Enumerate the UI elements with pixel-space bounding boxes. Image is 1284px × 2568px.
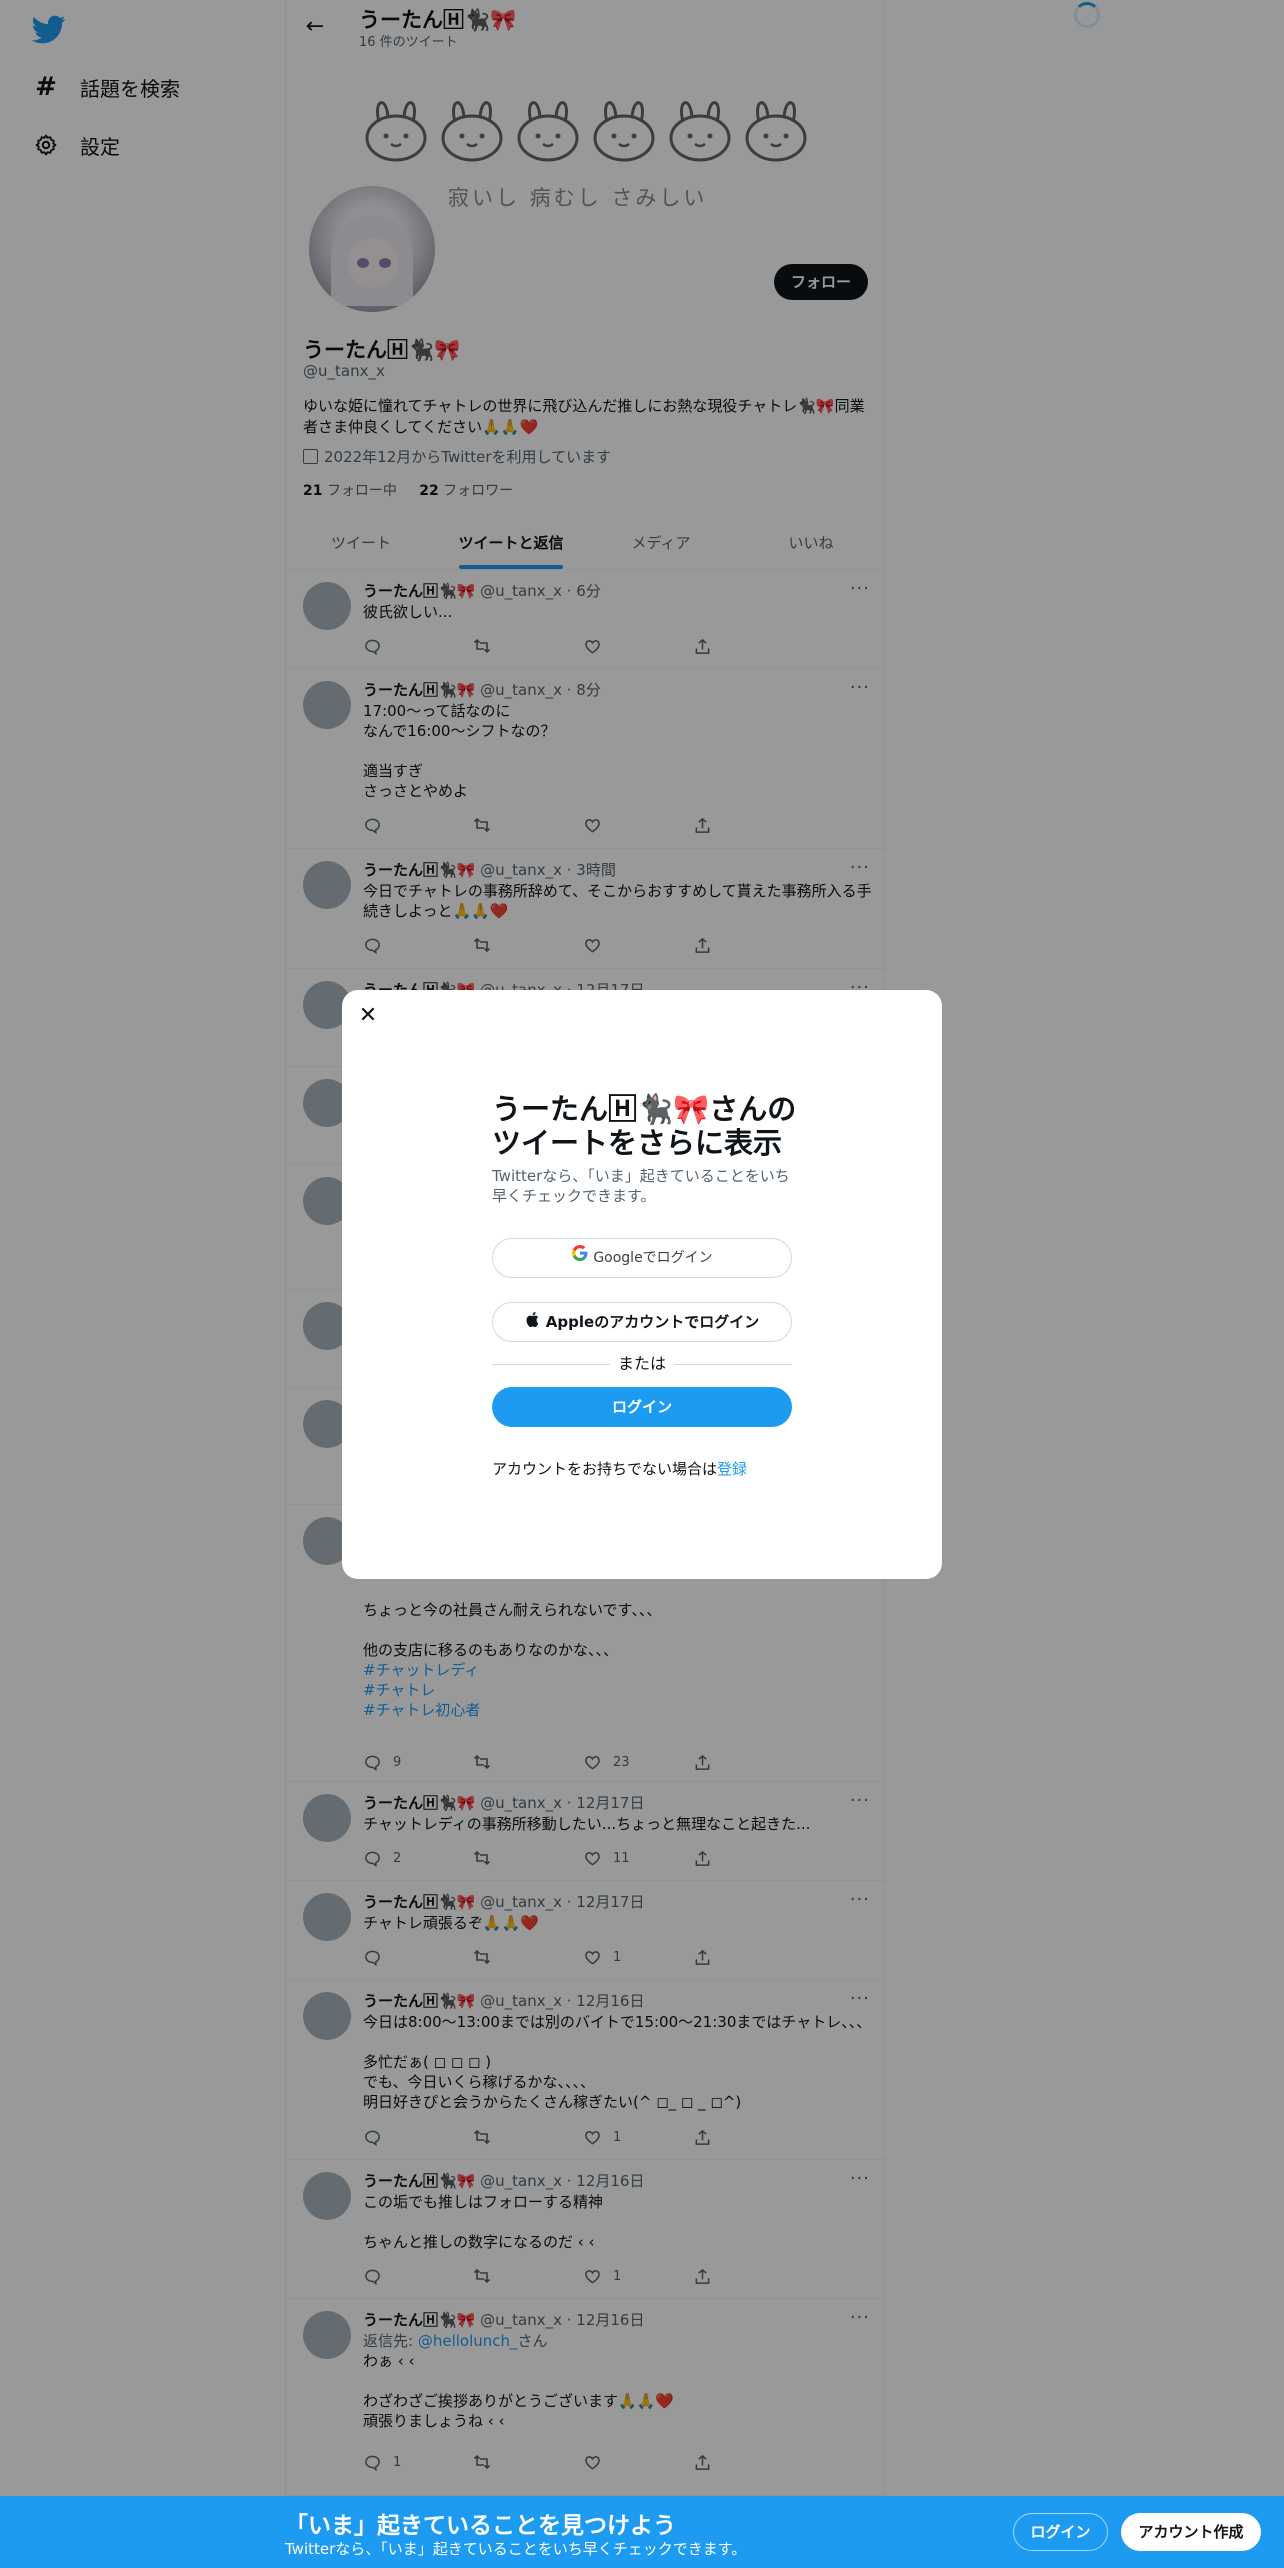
- or-label: または: [617, 1354, 666, 1373]
- bottom-login-button[interactable]: ログイン: [1013, 2513, 1108, 2551]
- bottom-bar-subtitle: Twitterなら、「いま」起きていることをいち早くチェックできます。: [285, 2540, 747, 2558]
- modal-subtitle: Twitterなら、「いま」起きていることをいち早くチェックできます。: [492, 1167, 790, 1205]
- google-login-button[interactable]: Googleでログイン: [492, 1238, 792, 1278]
- google-icon: [571, 1239, 589, 1277]
- apple-icon: [525, 1304, 542, 1342]
- login-prompt-modal: ✕ うーたん🄷🐈‍⬛🎀さんのツイートをさらに表示 Twitterなら、「いま」起…: [342, 990, 942, 1579]
- bottom-bar-title: 「いま」起きていることを見つけよう: [285, 2513, 676, 2539]
- apple-login-label: Appleのアカウントでログイン: [545, 1313, 760, 1331]
- bottom-signup-bar: 「いま」起きていることを見つけよう Twitterなら、「いま」起きていることを…: [0, 2496, 1284, 2568]
- apple-login-button[interactable]: Appleのアカウントでログイン: [492, 1302, 792, 1342]
- google-login-label: Googleでログイン: [593, 1250, 713, 1266]
- signup-prompt: アカウントをお持ちでない場合は登録: [492, 1460, 748, 1478]
- or-divider: または: [492, 1354, 792, 1374]
- bottom-signup-button[interactable]: アカウント作成: [1121, 2513, 1261, 2551]
- login-button[interactable]: ログイン: [492, 1387, 792, 1427]
- signup-link[interactable]: 登録: [717, 1460, 747, 1478]
- modal-title: うーたん🄷🐈‍⬛🎀さんのツイートをさらに表示: [492, 1092, 797, 1160]
- close-icon[interactable]: ✕: [358, 1005, 378, 1027]
